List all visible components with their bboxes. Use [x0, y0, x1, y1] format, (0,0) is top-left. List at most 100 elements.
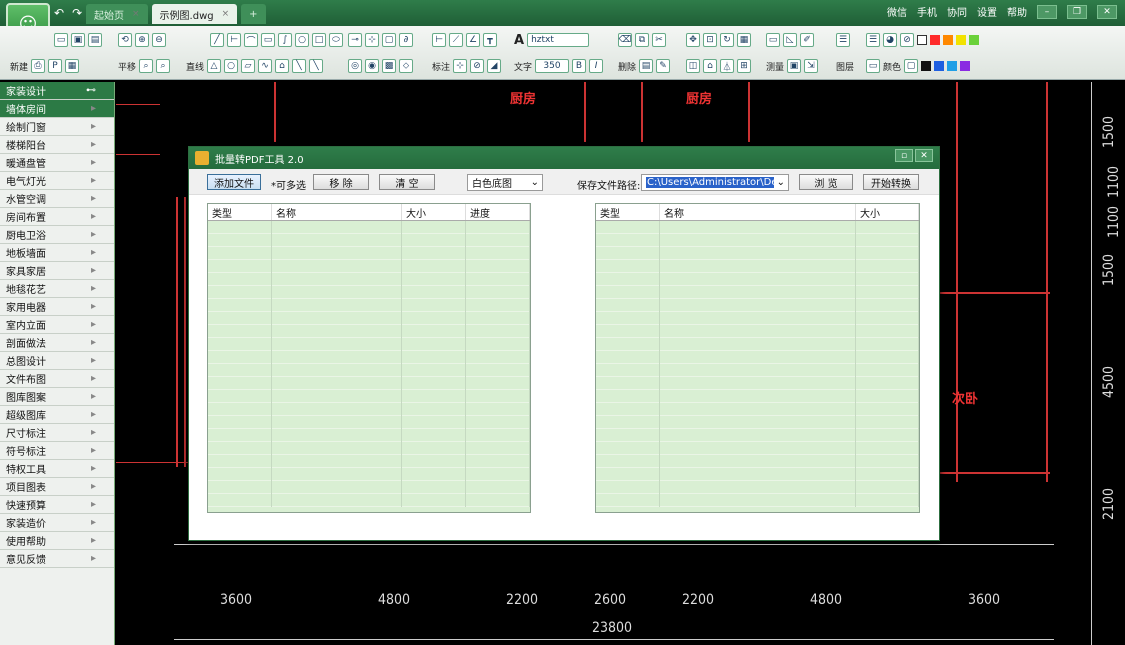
column-header[interactable]: 名称: [660, 204, 856, 220]
column-header[interactable]: 名称: [272, 204, 402, 220]
pencil-icon[interactable]: ✎: [656, 59, 671, 73]
text-button[interactable]: 文字: [514, 60, 532, 73]
table-row[interactable]: [596, 234, 919, 247]
color-swatch-green[interactable]: [969, 35, 979, 45]
measure-button[interactable]: 测量: [766, 60, 784, 73]
line-icon[interactable]: ╱: [210, 33, 224, 47]
table-row[interactable]: [208, 403, 530, 416]
table-row[interactable]: [208, 364, 530, 377]
print-icon[interactable]: ⎙: [31, 59, 46, 73]
sidebar-item[interactable]: 文件布图 ▸: [0, 370, 114, 388]
table-row[interactable]: [596, 390, 919, 403]
leader-icon[interactable]: ◢: [487, 59, 502, 73]
curve-icon[interactable]: ∫: [278, 33, 292, 47]
table-row[interactable]: [596, 325, 919, 338]
delete-button[interactable]: 删除: [618, 60, 636, 73]
color-button[interactable]: 颜色: [883, 60, 901, 73]
table-row[interactable]: [208, 481, 530, 494]
match-icon[interactable]: ⟲: [118, 33, 132, 47]
scale-icon[interactable]: ⊡: [703, 33, 717, 47]
close-icon[interactable]: ×: [222, 9, 230, 19]
size-select[interactable]: 350: [535, 59, 570, 73]
transparency-icon[interactable]: ▭: [866, 59, 880, 73]
bold-button[interactable]: B: [572, 59, 587, 73]
rect-icon[interactable]: ▭: [261, 33, 275, 47]
redo-icon[interactable]: ↷: [72, 6, 82, 20]
sidebar-item[interactable]: 尺寸标注 ▸: [0, 424, 114, 442]
wipe-icon[interactable]: ⬦: [399, 59, 413, 73]
color-swatch-blue[interactable]: [934, 61, 945, 71]
parallelogram-icon[interactable]: ▱: [241, 59, 256, 73]
table-row[interactable]: [596, 416, 919, 429]
table-row[interactable]: [208, 390, 530, 403]
clear-button[interactable]: 清 空: [379, 174, 435, 190]
dim-angle-icon[interactable]: ∠: [466, 33, 480, 47]
table-row[interactable]: [208, 325, 530, 338]
area-icon[interactable]: ◺: [783, 33, 797, 47]
measure2-icon[interactable]: ▣: [787, 59, 802, 73]
table-row[interactable]: [208, 377, 530, 390]
region-icon[interactable]: ▢: [382, 33, 396, 47]
table-row[interactable]: [208, 455, 530, 468]
color-swatch-orange[interactable]: [943, 35, 953, 45]
triangle-icon[interactable]: △: [207, 59, 222, 73]
table-row[interactable]: [596, 403, 919, 416]
source-file-list[interactable]: 类型 名称 大小 进度: [207, 203, 531, 513]
table-row[interactable]: [596, 455, 919, 468]
join-icon[interactable]: ∂: [399, 33, 413, 47]
table-row[interactable]: [208, 416, 530, 429]
table-row[interactable]: [596, 442, 919, 455]
table-row[interactable]: [208, 429, 530, 442]
color-swatch-black[interactable]: [921, 61, 932, 71]
column-header[interactable]: 大小: [402, 204, 466, 220]
table-row[interactable]: [208, 312, 530, 325]
zoom-out-icon[interactable]: ⊖: [152, 33, 166, 47]
background-select[interactable]: 白色底图 ⌄: [467, 174, 543, 191]
color-swatch-red[interactable]: [930, 35, 940, 45]
dim-button[interactable]: 标注: [432, 60, 450, 73]
square-icon[interactable]: □: [312, 33, 326, 47]
table-row[interactable]: [208, 260, 530, 273]
sidebar-item[interactable]: 图库图案 ▸: [0, 388, 114, 406]
sidebar-item[interactable]: 家具家居 ▸: [0, 262, 114, 280]
ellipse-icon[interactable]: ⬭: [329, 33, 343, 47]
close-icon[interactable]: ✕: [915, 149, 933, 162]
table-row[interactable]: [208, 286, 530, 299]
sidebar-item[interactable]: 地板墙面 ▸: [0, 244, 114, 262]
table-row[interactable]: [208, 273, 530, 286]
line-button[interactable]: 直线: [186, 60, 204, 73]
sidebar-item[interactable]: 绘制门窗 ▸: [0, 118, 114, 136]
circle2-icon[interactable]: ○: [224, 59, 239, 73]
layer-icon[interactable]: ☰: [836, 33, 850, 47]
paste-icon[interactable]: ▤: [639, 59, 654, 73]
sidebar-item[interactable]: 意见反馈 ▸: [0, 550, 114, 568]
mobile-link[interactable]: 手机: [917, 4, 937, 19]
table-row[interactable]: [208, 221, 530, 234]
table-row[interactable]: [208, 338, 530, 351]
sidebar-item[interactable]: 电气灯光 ▸: [0, 172, 114, 190]
sidebar-item[interactable]: 房间布置 ▸: [0, 208, 114, 226]
sidebar-header[interactable]: 家装设计 ⊷: [0, 82, 114, 100]
mirror-icon[interactable]: ⏃: [720, 59, 734, 73]
cut-icon[interactable]: ✂: [652, 33, 666, 47]
zoom-all-icon[interactable]: ⌕: [156, 59, 171, 73]
color-swatch-white[interactable]: [917, 35, 927, 45]
sidebar-item[interactable]: 使用帮助 ▸: [0, 532, 114, 550]
table-row[interactable]: [596, 299, 919, 312]
new-button[interactable]: 新建: [10, 60, 28, 73]
pin-icon[interactable]: ⊷: [86, 85, 96, 96]
tab-drawing[interactable]: 示例图.dwg ×: [151, 4, 238, 24]
collab-link[interactable]: 协同: [947, 4, 967, 19]
table-row[interactable]: [208, 351, 530, 364]
output-file-list[interactable]: 类型 名称 大小: [595, 203, 920, 513]
close-icon[interactable]: ×: [132, 9, 140, 19]
pdf-icon[interactable]: P: [48, 59, 63, 73]
sidebar-item[interactable]: 超级图库 ▸: [0, 406, 114, 424]
export-icon[interactable]: ▦: [65, 59, 80, 73]
grid-icon[interactable]: ⊞: [737, 59, 751, 73]
arc-icon[interactable]: ⌒: [244, 33, 258, 47]
spline-icon[interactable]: ∿: [258, 59, 273, 73]
sidebar-item[interactable]: 特权工具 ▸: [0, 460, 114, 478]
array-icon[interactable]: ▦: [737, 33, 751, 47]
sidebar-item[interactable]: 楼梯阳台 ▸: [0, 136, 114, 154]
